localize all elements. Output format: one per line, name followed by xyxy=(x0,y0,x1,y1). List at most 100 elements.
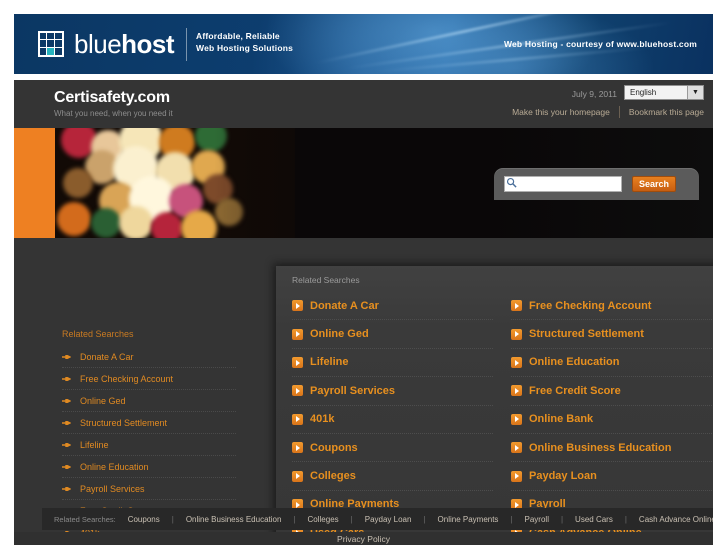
panel-item-online-business-education[interactable]: Online Business Education xyxy=(511,434,713,463)
panel-item-colleges[interactable]: Colleges xyxy=(292,462,493,491)
panel-item-label[interactable]: Free Credit Score xyxy=(529,385,621,397)
privacy-policy-link[interactable]: Privacy Policy xyxy=(337,534,390,544)
panel-item-label[interactable]: Colleges xyxy=(310,470,356,482)
site-tagline: What you need, when you need it xyxy=(54,109,173,118)
arrow-right-icon xyxy=(292,470,303,482)
footer-link-online-business-education[interactable]: Online Business Education xyxy=(186,515,282,524)
panel-item-label[interactable]: Payroll Services xyxy=(310,385,395,397)
bookmark-page-link[interactable]: Bookmark this page xyxy=(629,107,704,117)
footer-separator: | xyxy=(293,514,296,524)
wordmark-blue: blue xyxy=(74,29,122,59)
grid-icon xyxy=(38,31,64,57)
sidebar-item-payroll-services[interactable]: Payroll Services xyxy=(62,478,236,500)
footer-link-payroll[interactable]: Payroll xyxy=(525,515,549,524)
arrow-icon xyxy=(62,421,71,425)
panel-item-label[interactable]: Payday Loan xyxy=(529,470,597,482)
panel-item-label[interactable]: Online Education xyxy=(529,356,619,368)
arrow-right-icon xyxy=(511,385,522,397)
arrow-right-icon xyxy=(511,413,522,425)
sidebar-item-label[interactable]: Donate A Car xyxy=(80,352,134,362)
page-title: Certisafety.com xyxy=(54,89,170,106)
panel-item-online-ged[interactable]: Online Ged xyxy=(292,320,493,349)
search-button[interactable]: Search xyxy=(632,176,677,192)
sidebar-item-label[interactable]: Structured Settlement xyxy=(80,418,167,428)
arrow-icon xyxy=(62,465,71,469)
bluehost-logo[interactable]: bluehost xyxy=(38,26,175,62)
language-select-value: English xyxy=(630,88,657,97)
search-bar: Search xyxy=(494,168,699,200)
hero-orange-strip xyxy=(14,128,55,238)
sidebar-item-free-checking-account[interactable]: Free Checking Account xyxy=(62,368,236,390)
sidebar-item-online-education[interactable]: Online Education xyxy=(62,456,236,478)
panel-item-label[interactable]: Lifeline xyxy=(310,356,349,368)
sidebar: Related Searches Donate A Car Free Check… xyxy=(14,238,276,545)
panel-item-donate-a-car[interactable]: Donate A Car xyxy=(292,292,493,321)
footer-link-used-cars[interactable]: Used Cars xyxy=(575,515,613,524)
panel-item-online-education[interactable]: Online Education xyxy=(511,349,713,378)
banner-tagline: Affordable, Reliable Web Hosting Solutio… xyxy=(196,30,293,54)
footer-separator: | xyxy=(510,514,513,524)
panel-item-label[interactable]: Online Bank xyxy=(529,413,593,425)
footer-separator: | xyxy=(171,514,174,524)
arrow-icon xyxy=(62,355,71,359)
panel-item-online-bank[interactable]: Online Bank xyxy=(511,406,713,434)
footer-link-colleges[interactable]: Colleges xyxy=(308,515,339,524)
arrow-right-icon xyxy=(511,356,522,368)
header-links: Make this your homepage Bookmark this pa… xyxy=(512,106,704,118)
footer-links-label: Related Searches: xyxy=(54,514,116,524)
arrow-right-icon xyxy=(511,470,522,482)
footer-link-cash-advance-online[interactable]: Cash Advance Online xyxy=(639,515,713,524)
panel-item-structured-settlement[interactable]: Structured Settlement xyxy=(511,320,713,349)
sidebar-item-structured-settlement[interactable]: Structured Settlement xyxy=(62,412,236,434)
arrow-right-icon xyxy=(292,413,303,425)
arrow-right-icon xyxy=(511,328,522,340)
panel-item-label[interactable]: Free Checking Account xyxy=(529,300,651,312)
sidebar-title: Related Searches xyxy=(62,329,134,339)
panel-item-label[interactable]: Online Ged xyxy=(310,328,369,340)
arrow-right-icon xyxy=(292,442,303,454)
panel-item-label[interactable]: Coupons xyxy=(310,442,358,454)
sidebar-item-online-ged[interactable]: Online Ged xyxy=(62,390,236,412)
sidebar-item-label[interactable]: Free Checking Account xyxy=(80,374,173,384)
arrow-right-icon xyxy=(511,300,522,312)
footer-link-coupons[interactable]: Coupons xyxy=(128,515,160,524)
banner-tagline-line2: Web Hosting Solutions xyxy=(196,43,294,53)
arrow-right-icon xyxy=(292,300,303,312)
language-select[interactable]: English ▼ xyxy=(624,85,704,100)
bluehost-wordmark: bluehost xyxy=(74,29,175,59)
current-date: July 9, 2011 xyxy=(571,89,617,99)
sidebar-item-label[interactable]: Online Education xyxy=(80,462,149,472)
sidebar-item-lifeline[interactable]: Lifeline xyxy=(62,434,236,456)
arrow-icon xyxy=(62,443,71,447)
panel-item-coupons[interactable]: Coupons xyxy=(292,434,493,463)
footer-link-payday-loan[interactable]: Payday Loan xyxy=(365,515,412,524)
footer-separator: | xyxy=(423,514,426,524)
banner-credit-text: Web Hosting - courtesy of www.bluehost.c… xyxy=(503,39,697,49)
panel-item-free-checking-account[interactable]: Free Checking Account xyxy=(511,292,713,321)
sidebar-item-label[interactable]: Lifeline xyxy=(80,440,109,450)
site-header: Certisafety.com What you need, when you … xyxy=(14,80,713,128)
panel-item-label[interactable]: Structured Settlement xyxy=(529,328,644,340)
sidebar-item-donate-a-car[interactable]: Donate A Car xyxy=(62,346,236,368)
wordmark-host: host xyxy=(121,29,175,59)
sidebar-item-label[interactable]: Online Ged xyxy=(80,396,126,406)
footer-link-online-payments[interactable]: Online Payments xyxy=(438,515,499,524)
footer-separator: | xyxy=(350,514,353,524)
panel-item-payroll-services[interactable]: Payroll Services xyxy=(292,377,493,406)
panel-item-401k[interactable]: 401k xyxy=(292,406,493,434)
panel-item-label[interactable]: Online Business Education xyxy=(529,442,671,454)
sidebar-item-label[interactable]: Payroll Services xyxy=(80,484,145,494)
banner-tagline-line1: Affordable, Reliable xyxy=(196,31,280,41)
panel-item-free-credit-score[interactable]: Free Credit Score xyxy=(511,377,713,406)
footer-bottom-bar: Privacy Policy xyxy=(14,532,713,545)
page-body: Certisafety.com What you need, when you … xyxy=(14,80,713,545)
panel-title: Related Searches xyxy=(292,275,360,285)
make-homepage-link[interactable]: Make this your homepage xyxy=(512,107,610,117)
panel-item-lifeline[interactable]: Lifeline xyxy=(292,349,493,378)
panel-item-payday-loan[interactable]: Payday Loan xyxy=(511,462,713,491)
search-input[interactable] xyxy=(504,176,622,192)
panel-item-label[interactable]: 401k xyxy=(310,413,334,425)
arrow-right-icon xyxy=(511,442,522,454)
bluehost-banner: bluehost Affordable, Reliable Web Hostin… xyxy=(14,14,713,74)
panel-item-label[interactable]: Donate A Car xyxy=(310,300,379,312)
